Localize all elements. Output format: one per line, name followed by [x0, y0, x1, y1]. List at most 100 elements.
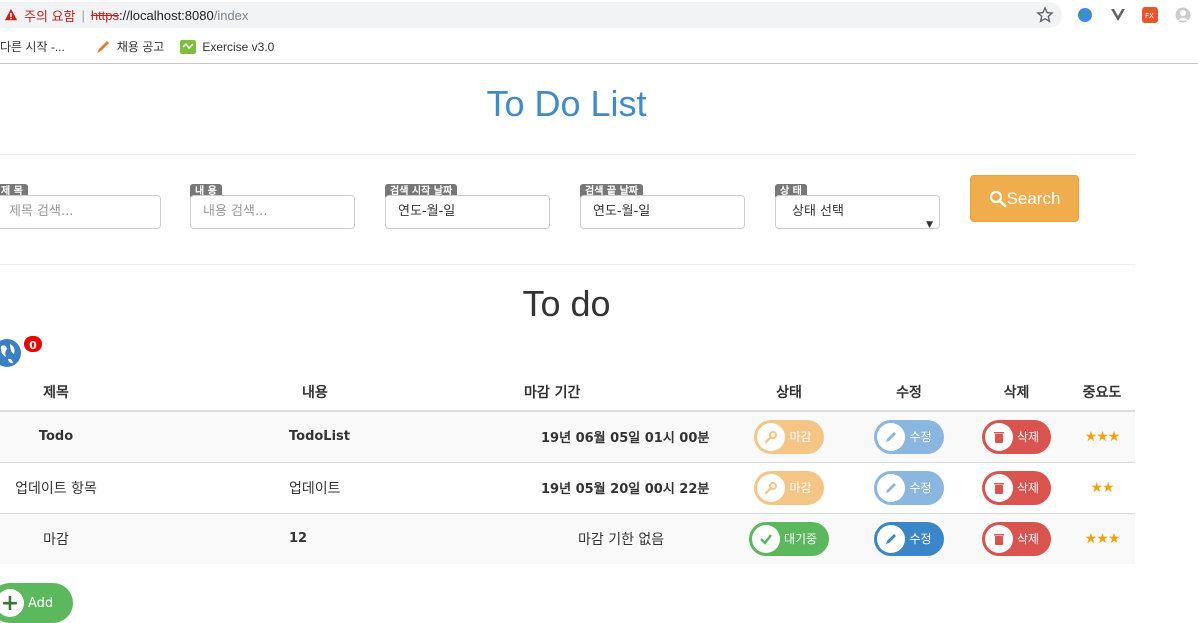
bookmark-label: 채용 공고	[116, 40, 165, 54]
add-button[interactable]: + Add	[0, 583, 73, 623]
row-priority: ★★★	[1069, 512, 1135, 564]
fx-extension-icon[interactable]: FX	[1142, 7, 1158, 23]
wrench-icon	[757, 422, 786, 451]
status-label: 마감	[789, 430, 812, 445]
bookmark-label: 다른 시작 -...	[0, 40, 65, 54]
delete-label: 삭제	[1016, 532, 1040, 547]
security-warning[interactable]: 주의 요함	[24, 6, 75, 25]
browser-address-bar: 주의 요함 | https ://localhost:8080 /index F…	[0, 0, 1198, 30]
add-button-label: Add	[28, 595, 54, 611]
waiting-status-button[interactable]: 대기중	[748, 521, 830, 556]
header-delete: 삭제	[964, 374, 1069, 412]
edit-label: 수정	[909, 481, 932, 495]
url-host: ://localhost:8080	[119, 7, 214, 23]
search-end-date-field: 검색 끝 날짜 연도-월-일	[580, 179, 745, 229]
delete-button[interactable]: 삭제	[981, 521, 1052, 556]
url-scheme: https	[90, 7, 120, 23]
edit-label: 수정	[909, 430, 932, 445]
bookmark-exercise[interactable]: Exercise v3.0	[180, 39, 274, 55]
row-content: 업데이트	[112, 461, 524, 513]
warning-icon	[4, 8, 18, 21]
todo-heading: To do	[522, 283, 611, 324]
row-priority: ★★	[1069, 461, 1135, 513]
exercise-bookmark-icon	[180, 39, 197, 54]
row-priority: ★★★	[1069, 410, 1135, 462]
row-title: 업데이트 항목	[0, 461, 112, 513]
delete-button[interactable]: 삭제	[981, 419, 1052, 454]
row-delete-cell: 삭제	[964, 461, 1069, 513]
table-row: 업데이트 항목 업데이트 19년 05월 20일 00시 22분 마감 수정 삭…	[0, 461, 1135, 513]
search-button-label: Search	[1006, 188, 1061, 208]
row-title: Todo	[0, 410, 112, 462]
priority-stars: ★★★	[1084, 428, 1121, 445]
plus-icon: +	[0, 589, 24, 617]
priority-stars: ★★	[1090, 479, 1114, 496]
row-edit-cell: 수정	[854, 461, 964, 513]
header-title: 제목	[0, 374, 112, 412]
check-icon	[751, 524, 780, 553]
delete-label: 삭제	[1016, 430, 1040, 445]
header-priority: 중요도	[1069, 374, 1135, 412]
row-delete-cell: 삭제	[964, 410, 1069, 462]
search-button[interactable]: Search	[970, 175, 1079, 222]
header-status: 상태	[724, 374, 854, 412]
url-field[interactable]: 주의 요함 | https ://localhost:8080 /index	[0, 2, 1062, 28]
row-delete-cell: 삭제	[964, 512, 1069, 564]
row-edit-cell: 수정	[854, 512, 964, 564]
globe-extension-icon[interactable]	[1077, 7, 1093, 23]
delete-button[interactable]: 삭제	[981, 470, 1052, 505]
trash-icon	[984, 524, 1013, 553]
search-icon	[989, 190, 1006, 207]
todo-table: 제목 내용 마감 기간 상태 수정 삭제 중요도 Todo TodoList 1…	[0, 374, 1135, 564]
bookmark-label: Exercise v3.0	[202, 39, 275, 54]
url-path: /index	[213, 7, 249, 23]
search-start-date-field: 검색 시작 날짜 연도-월-일	[385, 179, 550, 229]
wrench-icon	[757, 473, 786, 502]
table-header-row: 제목 내용 마감 기간 상태 수정 삭제 중요도	[0, 374, 1135, 412]
start-date-input[interactable]: 연도-월-일	[385, 195, 550, 229]
row-status-cell: 마감	[724, 410, 854, 462]
divider	[0, 264, 1135, 265]
row-status-cell: 대기중	[724, 512, 854, 564]
pencil-icon	[877, 524, 906, 553]
row-deadline: 마감 기한 없음	[524, 512, 724, 564]
page: To Do List 제 목 제목 검색... 내 용 내용 검색... 검색 …	[0, 65, 1198, 623]
status-select-value: 상태 선택	[792, 204, 844, 219]
edit-button[interactable]: 수정	[874, 419, 944, 454]
notification-badge: 0	[22, 334, 44, 354]
search-title-input[interactable]: 제목 검색...	[0, 195, 161, 229]
bookmark-jobs[interactable]: 채용 공고	[95, 38, 165, 55]
url-separator: |	[81, 7, 85, 23]
search-content-field: 내 용 내용 검색...	[190, 179, 355, 229]
header-deadline: 마감 기간	[524, 374, 724, 412]
pencil-icon	[877, 473, 906, 502]
close-task-button[interactable]: 마감	[754, 419, 824, 454]
divider	[0, 154, 1135, 155]
row-title: 마감	[0, 512, 112, 564]
pencil-bookmark-icon	[96, 40, 109, 53]
row-content: 12	[112, 512, 524, 564]
edit-label: 수정	[909, 532, 932, 547]
header-edit: 수정	[854, 374, 964, 412]
svg-text:FX: FX	[1145, 12, 1154, 20]
status-select[interactable]: 상태 선택 ▼	[775, 195, 940, 230]
close-task-button[interactable]: 마감	[754, 470, 824, 505]
page-title: To Do List	[486, 83, 647, 124]
profile-avatar-icon[interactable]	[1175, 7, 1191, 23]
bookmark-star-icon[interactable]	[1036, 6, 1054, 24]
row-deadline: 19년 06월 05일 01시 00분	[524, 410, 724, 462]
status-label: 마감	[789, 481, 812, 495]
edit-button[interactable]: 수정	[874, 521, 944, 556]
bookmark-start[interactable]: 다른 시작 -...	[0, 38, 65, 55]
table-row: Todo TodoList 19년 06월 05일 01시 00분 마감 수정 …	[0, 410, 1135, 462]
end-date-input[interactable]: 연도-월-일	[580, 195, 745, 229]
trash-icon	[984, 422, 1013, 451]
search-title-field: 제 목 제목 검색...	[0, 179, 161, 229]
vue-extension-icon[interactable]	[1110, 7, 1126, 23]
row-status-cell: 마감	[724, 461, 854, 513]
chevron-down-icon: ▼	[926, 220, 933, 230]
globe-icon[interactable]	[0, 338, 22, 368]
search-content-input[interactable]: 내용 검색...	[190, 195, 355, 229]
edit-button[interactable]: 수정	[874, 470, 944, 505]
row-deadline: 19년 05월 20일 00시 22분	[524, 461, 724, 513]
